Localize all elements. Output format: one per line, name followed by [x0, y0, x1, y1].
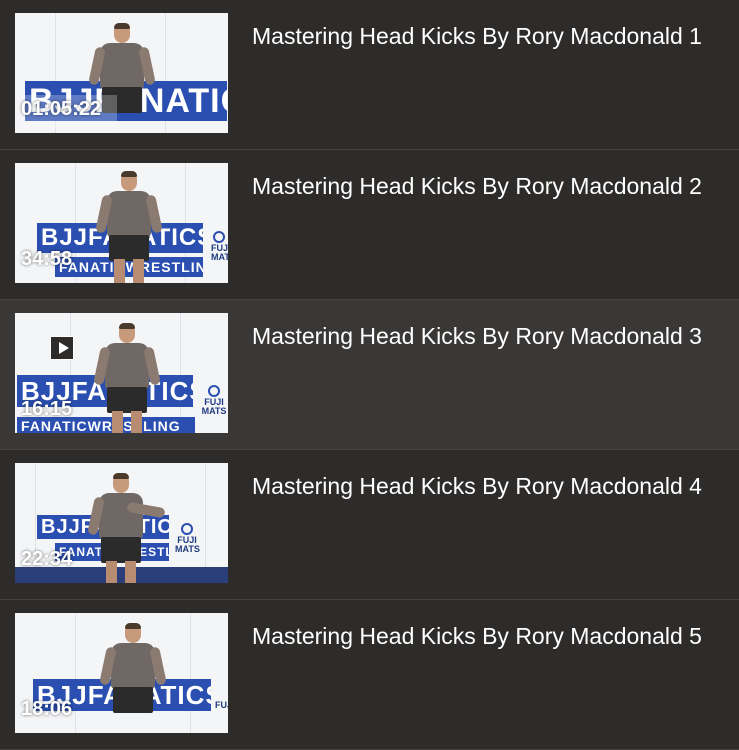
instructor-figure	[95, 171, 163, 283]
playlist-item[interactable]: BJJFANATICS FUJI 18:06 Mastering Head Ki…	[0, 600, 739, 750]
video-title[interactable]: Mastering Head Kicks By Rory Macdonald 4	[252, 473, 702, 500]
instructor-figure	[93, 323, 161, 433]
video-title[interactable]: Mastering Head Kicks By Rory Macdonald 3	[252, 323, 702, 350]
play-icon	[50, 336, 74, 360]
playlist-item[interactable]: BJJFANATICS 01:05:22 Mastering Head Kick…	[0, 0, 739, 150]
video-duration: 22:34	[21, 548, 73, 570]
video-duration: 18:06	[21, 698, 73, 720]
fuji-logo: FUJI MATS	[211, 231, 228, 262]
fuji-logo: FUJI	[215, 700, 228, 710]
video-thumbnail[interactable]: BJJFANATICS 01:05:22	[15, 13, 228, 133]
playlist-item-active[interactable]: BJJFANATICS FANATICWRESTLING FUJI MATS 1…	[0, 300, 739, 450]
video-thumbnail[interactable]: BJJFANATICS FANATICWRESTLING FUJI MATS 1…	[15, 313, 228, 433]
instructor-figure	[99, 623, 167, 733]
video-thumbnail[interactable]: BJJFANATICS FANATICWRESTLING FUJI MATS 3…	[15, 163, 228, 283]
wall-seam	[180, 313, 181, 433]
video-thumbnail[interactable]: BJJFANATICS FANATICWRESTLING FUJI MATS 2…	[15, 463, 228, 583]
video-duration: 34:58	[21, 248, 73, 270]
video-playlist: BJJFANATICS 01:05:22 Mastering Head Kick…	[0, 0, 739, 750]
instructor-figure	[87, 473, 166, 583]
wall-seam	[190, 613, 191, 733]
video-thumbnail[interactable]: BJJFANATICS FUJI 18:06	[15, 613, 228, 733]
video-duration: 16:15	[21, 398, 73, 420]
wall-seam	[75, 613, 76, 733]
video-duration: 01:05:22	[21, 98, 102, 120]
playlist-item[interactable]: BJJFANATICS FANATICWRESTLING FUJI MATS 3…	[0, 150, 739, 300]
video-title[interactable]: Mastering Head Kicks By Rory Macdonald 1	[252, 23, 702, 50]
video-title[interactable]: Mastering Head Kicks By Rory Macdonald 2	[252, 173, 702, 200]
fuji-logo: FUJI MATS	[201, 385, 227, 416]
video-title[interactable]: Mastering Head Kicks By Rory Macdonald 5	[252, 623, 702, 650]
playlist-item[interactable]: BJJFANATICS FANATICWRESTLING FUJI MATS 2…	[0, 450, 739, 600]
fuji-logo: FUJI MATS	[175, 523, 200, 554]
wall-seam	[205, 463, 206, 583]
